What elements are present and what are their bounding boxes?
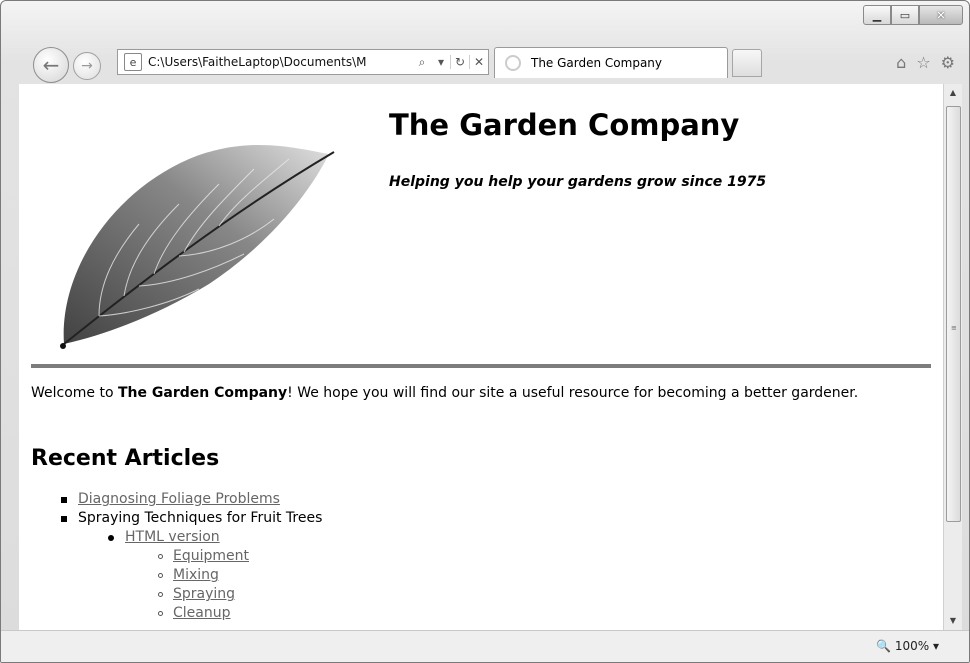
back-arrow-icon: ← [42, 53, 60, 77]
page-viewport: The Garden Company Helping you help your… [19, 84, 943, 630]
home-icon[interactable]: ⌂ [896, 53, 906, 72]
welcome-prefix: Welcome to [31, 385, 118, 401]
horizontal-rule [31, 364, 931, 368]
mixing-link[interactable]: Mixing [173, 567, 219, 583]
browser-tools: ⌂ ☆ ⚙ [896, 53, 955, 72]
zoom-control[interactable]: 🔍 100% ▾ [876, 639, 939, 653]
article-link-diagnosing[interactable]: Diagnosing Foliage Problems [78, 491, 280, 507]
page-title: The Garden Company [389, 108, 740, 142]
search-icon[interactable]: ⌕ [412, 55, 431, 70]
tab-title: The Garden Company [531, 56, 663, 70]
forward-button[interactable]: → [73, 52, 101, 80]
recent-articles-heading: Recent Articles [31, 446, 220, 471]
grip-icon: ≡ [951, 324, 957, 332]
list-item: Diagnosing Foliage Problems [31, 490, 322, 509]
zoom-level: 100% [894, 639, 930, 653]
cleanup-link[interactable]: Cleanup [173, 605, 231, 621]
new-tab-button[interactable] [732, 49, 762, 77]
list-item: HTML version [31, 528, 322, 547]
article-title-spraying: Spraying Techniques for Fruit Trees [78, 510, 323, 526]
back-button[interactable]: ← [33, 47, 69, 83]
html-version-link[interactable]: HTML version [125, 529, 220, 545]
articles-list: Diagnosing Foliage Problems Spraying Tec… [31, 490, 322, 623]
scrollbar-thumb[interactable]: ≡ [946, 106, 961, 522]
close-window-button[interactable]: ✕ [919, 5, 963, 25]
tab-the-garden-company[interactable]: The Garden Company [494, 47, 728, 78]
window-controls: ▁ ▭ ✕ [863, 5, 963, 25]
forward-arrow-icon: → [81, 58, 93, 74]
welcome-paragraph: Welcome to The Garden Company! We hope y… [31, 384, 911, 403]
page-icon: e [124, 53, 142, 71]
scroll-down-icon[interactable]: ▼ [944, 612, 962, 630]
leaf-image [60, 144, 335, 349]
welcome-suffix: ! We hope you will find our site a usefu… [287, 385, 859, 401]
list-item: Spraying [31, 585, 322, 604]
zoom-icon: 🔍 [876, 639, 891, 653]
scroll-up-icon[interactable]: ▲ [944, 84, 962, 102]
chevron-down-icon: ▾ [932, 639, 939, 653]
list-item: Mixing [31, 566, 322, 585]
minimize-button[interactable]: ▁ [863, 5, 891, 25]
list-item: Equipment [31, 547, 322, 566]
maximize-button[interactable]: ▭ [891, 5, 919, 25]
status-bar: 🔍 100% ▾ [1, 630, 969, 662]
vertical-scrollbar[interactable]: ▲ ≡ ▼ [943, 84, 962, 630]
dropdown-icon[interactable]: ▾ [431, 55, 450, 69]
spraying-link[interactable]: Spraying [173, 586, 235, 602]
address-bar[interactable]: e C:\Users\FaitheLaptop\Documents\M ⌕ ▾ … [117, 49, 489, 75]
address-url[interactable]: C:\Users\FaitheLaptop\Documents\M [148, 55, 412, 69]
refresh-icon[interactable]: ↻ [450, 55, 469, 69]
page-tagline: Helping you help your gardens grow since… [389, 174, 767, 190]
welcome-company-name: The Garden Company [118, 385, 288, 401]
navigation-bar: ← → e C:\Users\FaitheLaptop\Documents\M … [1, 41, 969, 83]
list-item: Spraying Techniques for Fruit Trees [31, 509, 322, 528]
stop-icon[interactable]: ✕ [469, 55, 488, 69]
loading-icon [505, 55, 521, 71]
list-item: Cleanup [31, 604, 322, 623]
browser-window: ▁ ▭ ✕ ← → e C:\Users\FaitheLaptop\Docume… [0, 0, 970, 663]
equipment-link[interactable]: Equipment [173, 548, 249, 564]
gear-icon[interactable]: ⚙ [941, 53, 955, 72]
star-icon[interactable]: ☆ [916, 53, 930, 72]
